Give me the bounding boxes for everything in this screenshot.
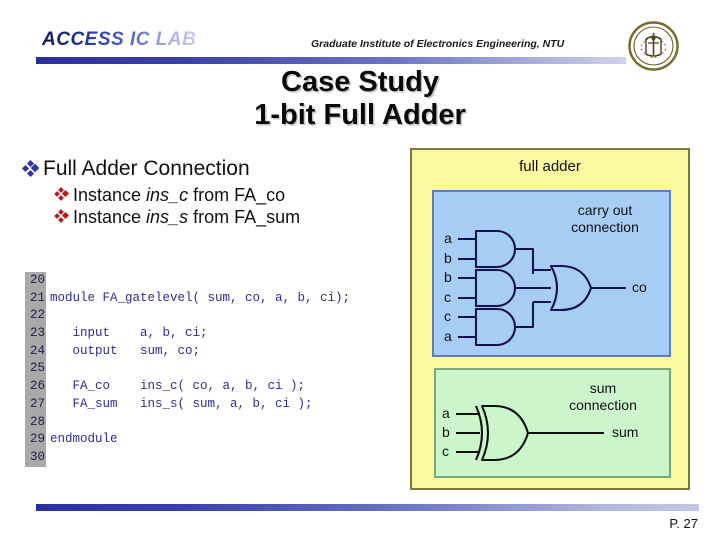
page-title: Case Study 1-bit Full Adder bbox=[0, 66, 720, 132]
code-line-text: endmodule bbox=[50, 432, 118, 447]
code-line-number: 29 bbox=[29, 432, 45, 447]
code-line-text bbox=[50, 449, 350, 467]
code-line-text bbox=[50, 360, 350, 378]
sum-input-label-c: c bbox=[442, 443, 449, 459]
ins-s-emphasis: ins_s bbox=[146, 207, 189, 227]
ins-s-suffix: from FA_sum bbox=[188, 207, 301, 227]
code-line-text bbox=[50, 272, 350, 290]
title-line-1: Case Study bbox=[281, 66, 439, 98]
code-line-number: 20 bbox=[29, 273, 45, 287]
sum-input-label-b: b bbox=[442, 424, 450, 440]
carry-output-label-co: co bbox=[632, 279, 647, 295]
code-line-text bbox=[50, 414, 350, 432]
code-line-text: output sum, co; bbox=[50, 343, 201, 358]
red-diamond-bullet-icon bbox=[54, 185, 70, 203]
access-ic-lab-logo: ACCESS IC LAB bbox=[42, 29, 197, 50]
code-line-text: module FA_gatelevel( sum, co, a, b, ci); bbox=[50, 290, 351, 305]
carry-input-label-b1: b bbox=[444, 250, 452, 266]
code-line-text bbox=[50, 307, 350, 325]
ins-c-prefix: Instance bbox=[73, 185, 147, 205]
page-number: P. 27 bbox=[669, 516, 698, 531]
ins-c-emphasis: ins_c bbox=[146, 185, 189, 205]
code-line-number: 24 bbox=[29, 343, 45, 358]
code-line-number: 21 bbox=[29, 290, 45, 305]
code-line-number: 25 bbox=[29, 361, 45, 376]
code-line-number: 30 bbox=[29, 449, 45, 464]
code-line-text: FA_sum ins_s( sum, a, b, ci ); bbox=[50, 396, 313, 411]
carry-input-label-c1: c bbox=[444, 289, 451, 305]
sum-connection-box: sum connection a b c sum bbox=[434, 368, 671, 478]
bullet-level1-label: Full Adder Connection bbox=[43, 157, 250, 180]
code-line-number: 22 bbox=[29, 308, 45, 323]
carry-input-label-b2: b bbox=[444, 269, 452, 285]
red-diamond-bullet-icon bbox=[54, 207, 70, 225]
code-line-numbers: 20 21 22 23 24 25 26 27 28 29 30 bbox=[25, 272, 46, 467]
code-line-number: 27 bbox=[29, 396, 45, 411]
bullet-level1: Full Adder Connection bbox=[21, 157, 412, 180]
full-adder-label: full adder bbox=[519, 158, 581, 175]
sum-input-label-a: a bbox=[442, 405, 450, 421]
bullet-list: Full Adder Connection Instance ins_c fro… bbox=[21, 157, 412, 229]
title-line-2: 1-bit Full Adder bbox=[254, 99, 466, 131]
full-adder-diagram: full adder carry out connection a b b c … bbox=[410, 148, 690, 490]
verilog-code-block: 20 21 22 23 24 25 26 27 28 29 30 module FA_gatelev… bbox=[25, 272, 350, 467]
footer-divider-bar bbox=[36, 504, 699, 511]
ins-c-suffix: from FA_co bbox=[188, 185, 286, 205]
carry-input-label-a1: a bbox=[444, 230, 452, 246]
ntu-seal-icon bbox=[627, 21, 680, 71]
code-line-text: input a, b, ci; bbox=[50, 326, 208, 341]
carry-out-connection-box: carry out connection a b b c c a co bbox=[432, 190, 671, 357]
carry-input-label-a2: a bbox=[444, 328, 452, 344]
blue-diamond-bullet-icon bbox=[21, 158, 40, 179]
bullet-level2-ins-c: Instance ins_c from FA_co bbox=[54, 185, 412, 206]
code-line-number: 28 bbox=[29, 414, 45, 429]
ins-s-prefix: Instance bbox=[73, 207, 147, 227]
code-text: module FA_gatelevel( sum, co, a, b, ci);… bbox=[46, 272, 350, 467]
carry-input-label-c2: c bbox=[444, 308, 451, 324]
code-line-number: 23 bbox=[29, 326, 45, 341]
bullet-level2-ins-c-label: Instance ins_c from FA_co bbox=[73, 185, 285, 206]
header-divider-bar bbox=[36, 57, 626, 64]
code-line-text: FA_co ins_c( co, a, b, ci ); bbox=[50, 379, 306, 394]
bullet-level2-ins-s-label: Instance ins_s from FA_sum bbox=[73, 207, 300, 228]
bullet-level2-ins-s: Instance ins_s from FA_sum bbox=[54, 207, 412, 228]
code-line-number: 26 bbox=[29, 379, 45, 394]
sum-output-label: sum bbox=[612, 424, 639, 440]
institute-subtitle: Graduate Institute of Electronics Engine… bbox=[311, 38, 565, 50]
